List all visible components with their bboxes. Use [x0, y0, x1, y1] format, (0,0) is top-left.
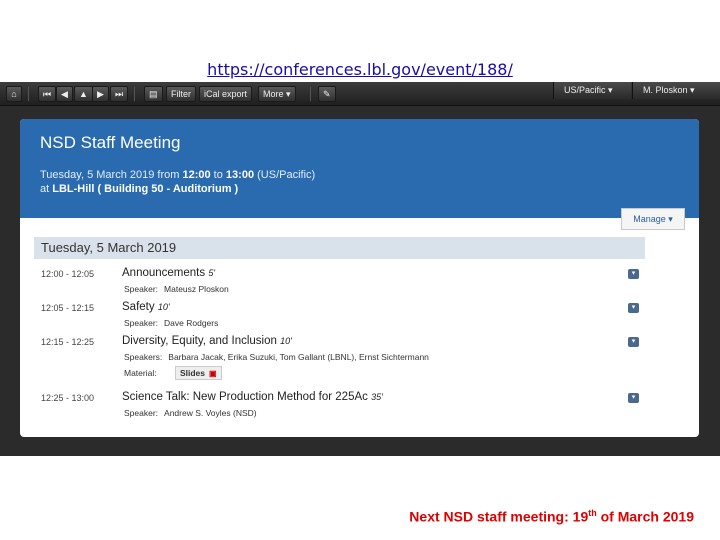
toolbar: ⌂ ⏮ ◀ ▲ ▶ ⏭ ▤ Filter iCal export More ▾ … — [0, 82, 720, 106]
user-menu[interactable]: M. Ploskon ▾ — [632, 82, 720, 99]
event-title: NSD Staff Meeting — [40, 133, 181, 152]
contribution-title[interactable]: Science Talk: New Production Method for … — [122, 391, 383, 403]
speaker-line: Speaker: Andrew S. Voyles (NSD) — [124, 408, 257, 418]
divider — [28, 87, 29, 101]
last-icon[interactable]: ⏭ — [110, 86, 129, 102]
divider — [134, 87, 135, 101]
event-datetime: Tuesday, 5 March 2019 from 12:00 to 13:0… — [40, 169, 316, 181]
indico-screenshot: ⌂ ⏮ ◀ ▲ ▶ ⏭ ▤ Filter iCal export More ▾ … — [0, 82, 720, 456]
material-line: Material: Slides ▣ — [124, 366, 222, 380]
speaker-line: Speaker: Mateusz Ploskon — [124, 284, 229, 294]
expand-icon[interactable]: ▾ — [628, 269, 639, 279]
speaker-line: Speakers: Barbara Jacak, Erika Suzuki, To… — [124, 352, 429, 362]
edit-icon[interactable]: ✎ — [318, 86, 336, 102]
contribution-title[interactable]: Announcements 5' — [122, 267, 215, 279]
next-icon[interactable]: ▶ — [92, 86, 109, 102]
first-icon[interactable]: ⏮ — [38, 86, 57, 102]
filter-button[interactable]: Filter — [166, 86, 196, 102]
divider — [310, 87, 311, 101]
expand-icon[interactable]: ▾ — [628, 393, 639, 403]
print-icon[interactable]: ▤ — [144, 86, 163, 102]
next-meeting-note: Next NSD staff meeting: 19th of March 20… — [409, 508, 694, 525]
slides-button[interactable]: Slides ▣ — [174, 366, 222, 380]
event-banner: NSD Staff Meeting Tuesday, 5 March 2019 … — [20, 119, 699, 230]
manage-button[interactable]: Manage ▾ — [621, 208, 685, 230]
speaker-line: Speaker: Dave Rodgers — [124, 318, 219, 328]
more-menu[interactable]: More ▾ — [258, 86, 296, 102]
event-location: at LBL-Hill ( Building 50 - Auditorium ) — [40, 183, 239, 195]
previous-icon[interactable]: ◀ — [56, 86, 73, 102]
expand-icon[interactable]: ▾ — [628, 303, 639, 313]
url-link[interactable]: https://conferences.lbl.gov/event/188/ — [0, 60, 720, 79]
pdf-icon: ▣ — [209, 369, 217, 378]
expand-icon[interactable]: ▾ — [628, 337, 639, 347]
contribution-title[interactable]: Diversity, Equity, and Inclusion 10' — [122, 335, 292, 347]
ical-export-button[interactable]: iCal export — [199, 86, 253, 102]
timezone-selector[interactable]: US/Pacific ▾ — [553, 82, 631, 99]
contribution-title[interactable]: Safety 10' — [122, 301, 170, 313]
up-icon[interactable]: ▲ — [74, 86, 93, 102]
home-icon[interactable]: ⌂ — [6, 86, 22, 102]
day-header: Tuesday, 5 March 2019 — [34, 237, 645, 259]
